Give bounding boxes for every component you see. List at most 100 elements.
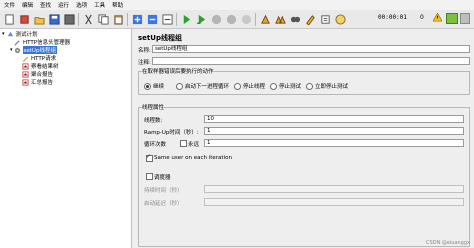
save-icon[interactable] (48, 13, 60, 25)
error-counter: 0 (420, 14, 424, 21)
gear-icon (14, 47, 20, 53)
radio-stop-test-now[interactable]: 立即停止测试 (306, 82, 348, 90)
radio-start-next-loop[interactable]: 启动下一进程循环 (176, 82, 229, 90)
rampup-input[interactable]: 1 (204, 127, 464, 135)
toolbar-separator (127, 12, 128, 26)
radio-label: 立即停止测试 (315, 84, 349, 90)
menu-options[interactable]: 选项 (76, 1, 87, 9)
test-plan-icon (7, 31, 13, 36)
open-icon[interactable] (33, 13, 45, 25)
log-viewer-toggle-icon[interactable] (460, 13, 470, 24)
expand-icon[interactable] (131, 13, 143, 25)
toolbar-separator (255, 12, 256, 26)
start-icon[interactable] (180, 13, 192, 25)
thread-group-panel: setUp线程组 名称: setUp线程组 注释: 在取样器错误后要执行的动作 … (132, 29, 474, 248)
clear-all-icon[interactable] (274, 13, 286, 25)
comment-label: 注释: (138, 60, 151, 66)
new-plan-icon[interactable] (3, 13, 15, 25)
radio-dot[interactable] (270, 82, 277, 90)
menu-tools[interactable]: 工具 (94, 1, 105, 9)
scheduler-label: 调度器 (154, 175, 171, 181)
pencil-icon (22, 56, 29, 62)
menu-edit[interactable]: 编辑 (22, 1, 33, 9)
remote-stop-icon[interactable] (240, 13, 252, 25)
threads-label: 线程数: (144, 118, 163, 124)
start-no-pause-icon[interactable] (195, 13, 207, 25)
toolbar-separator (176, 12, 177, 26)
tree-node-setup-thread-group[interactable]: ▾ setUp线程组 (10, 46, 57, 54)
tree-node-aggregate-report[interactable]: 聚合报告 (22, 70, 53, 78)
menu-run[interactable]: 运行 (58, 1, 69, 9)
chart-icon (22, 78, 29, 86)
loop-count-input[interactable]: 1 (204, 139, 464, 147)
expand-toggle-icon[interactable]: ▾ (2, 31, 5, 37)
paste-icon[interactable] (112, 13, 124, 25)
tree-node-label: 聚合报告 (31, 72, 54, 78)
tree-node-label: setUp线程组 (22, 46, 57, 54)
save-as-icon[interactable] (63, 13, 75, 25)
radio-dot[interactable] (144, 82, 151, 90)
active-threads-indicator (446, 13, 458, 24)
chart-icon (22, 62, 29, 70)
delay-input[interactable] (204, 198, 464, 206)
clear-icon[interactable] (259, 13, 271, 25)
radio-dot[interactable] (176, 82, 183, 90)
forever-checkbox[interactable] (180, 140, 187, 147)
radio-label: 继续 (153, 84, 165, 90)
search-icon[interactable] (289, 13, 301, 25)
menu-file[interactable]: 文件 (4, 1, 15, 9)
tree-node-label: 察看结果树 (31, 64, 59, 70)
duration-input[interactable] (204, 185, 464, 193)
toolbar-separator (78, 12, 79, 26)
tree-node-summary-report[interactable]: 汇总报告 (22, 78, 53, 86)
scheduler-checkbox[interactable] (146, 173, 153, 180)
elapsed-timer: 00:00:01 (378, 14, 407, 21)
radio-dot[interactable] (234, 82, 241, 90)
loop-label: 循环次数 (144, 142, 167, 148)
function-helper-icon[interactable] (319, 13, 331, 25)
expand-toggle-icon[interactable]: ▾ (10, 47, 13, 53)
toggle-icon[interactable] (161, 13, 173, 25)
collapse-icon[interactable] (146, 13, 158, 25)
error-action-title: 在取样器错误后要执行的动作 (142, 67, 214, 75)
stop-icon[interactable] (210, 13, 222, 25)
same-user-checkbox[interactable] (146, 153, 153, 162)
threads-input[interactable]: 10 (204, 115, 464, 123)
comment-input[interactable] (152, 57, 470, 65)
copy-icon[interactable] (97, 13, 109, 25)
menu-bar: 文件 编辑 查找 运行 选项 工具 帮助 (0, 0, 474, 10)
chart-icon (22, 70, 29, 78)
tree-node-label: HTTP请求 (31, 56, 57, 62)
radio-stop-thread[interactable]: 停止线程 (234, 82, 265, 90)
tree-node-test-plan[interactable]: ▾ 测试计划 (2, 30, 38, 38)
name-input[interactable]: setUp线程组 (152, 45, 470, 53)
forever-label: 永远 (188, 142, 200, 148)
cut-icon[interactable] (82, 13, 94, 25)
radio-dot[interactable] (306, 82, 313, 90)
shutdown-icon[interactable] (225, 13, 237, 25)
tree-node-label: 测试计划 (15, 32, 38, 38)
menu-help[interactable]: 帮助 (112, 1, 123, 9)
delay-label: 启动延迟（秒） (144, 201, 183, 207)
rampup-label: Ramp-Up时间（秒）: (144, 130, 199, 136)
page-title: setUp线程组 (138, 34, 182, 42)
reset-search-icon[interactable] (304, 13, 316, 25)
tree-node-http-request[interactable]: HTTP请求 (22, 54, 56, 62)
radio-label: 停止线程 (243, 84, 266, 90)
radio-label: 启动下一进程循环 (185, 84, 230, 90)
radio-continue[interactable]: 继续 (144, 82, 164, 90)
menu-search[interactable]: 查找 (40, 1, 51, 9)
tree-node-header-manager[interactable]: HTTP信息头管理器 (14, 38, 70, 46)
same-user-label: Same user on each iteration (154, 155, 232, 161)
help-icon[interactable] (334, 13, 346, 25)
name-label: 名称: (138, 48, 151, 54)
thread-properties-title: 线程属性 (142, 103, 165, 111)
tree-node-label: 汇总报告 (31, 80, 54, 86)
watermark: CSDN @eiuanggx (425, 240, 470, 246)
radio-stop-test[interactable]: 停止测试 (270, 82, 301, 90)
tree-node-label: HTTP信息头管理器 (23, 40, 71, 46)
duration-label: 持续时间（秒） (144, 188, 183, 194)
warning-icon[interactable] (433, 13, 442, 22)
templates-icon[interactable] (18, 13, 30, 25)
tree-node-view-results-tree[interactable]: 察看结果树 (22, 62, 59, 70)
